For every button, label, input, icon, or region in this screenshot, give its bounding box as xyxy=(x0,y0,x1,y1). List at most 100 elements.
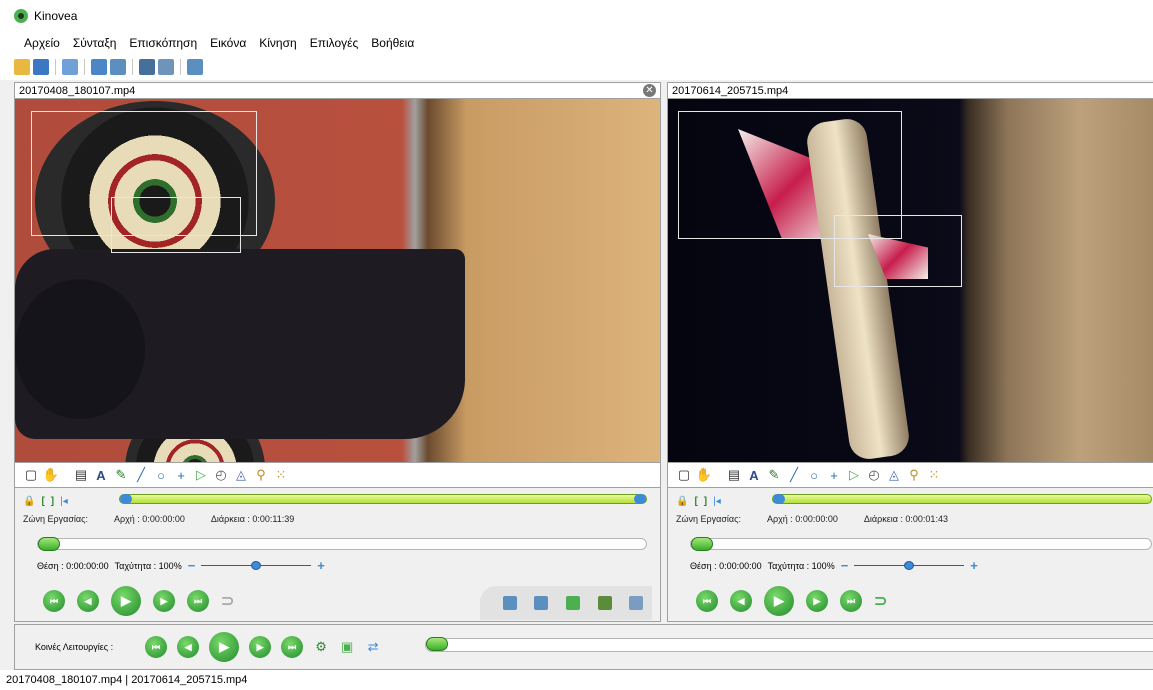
dual-screen-icon[interactable] xyxy=(91,59,107,75)
line-icon[interactable]: ╱ xyxy=(133,467,149,483)
play-icon[interactable]: ▶ xyxy=(764,586,794,616)
magnifier-source-box[interactable] xyxy=(111,197,241,253)
prev-frame-icon[interactable]: ◀ xyxy=(77,590,99,612)
color-profile-icon[interactable]: ⁙ xyxy=(273,467,289,483)
position-slider[interactable] xyxy=(37,537,647,551)
chrono-icon[interactable]: ◴ xyxy=(866,467,882,483)
set-start-icon[interactable]: [ xyxy=(41,496,44,507)
export-spreadsheet-icon[interactable] xyxy=(597,596,612,610)
sync-icon[interactable]: ⚙ xyxy=(313,639,329,655)
grid-icon[interactable]: ◬ xyxy=(886,467,902,483)
snapshot-icon[interactable] xyxy=(502,596,517,610)
common-prev-frame-icon[interactable]: ◀ xyxy=(177,636,200,658)
menu-view[interactable]: Επισκόπηση xyxy=(129,36,197,50)
last-frame-icon[interactable]: ⏭ xyxy=(187,590,209,612)
add-keyframe-icon[interactable]: ▢ xyxy=(23,467,39,483)
merge-icon[interactable]: ▣ xyxy=(339,639,355,655)
prev-frame-icon[interactable]: ◀ xyxy=(730,590,752,612)
menu-edit[interactable]: Σύνταξη xyxy=(73,36,117,50)
color-profile-icon[interactable]: ⁙ xyxy=(926,467,942,483)
menu-file[interactable]: Αρχείο xyxy=(24,36,60,50)
save-video-icon[interactable] xyxy=(565,596,580,610)
add-keyframe-icon[interactable]: ▢ xyxy=(676,467,692,483)
workzone-slider[interactable] xyxy=(772,494,1152,504)
menu-image[interactable]: Εικόνα xyxy=(210,36,246,50)
menu-motion[interactable]: Κίνηση xyxy=(259,36,296,50)
first-frame-icon[interactable]: ⏮ xyxy=(696,590,718,612)
speed-slider[interactable] xyxy=(201,561,312,570)
common-play-icon[interactable]: ▶ xyxy=(209,632,240,662)
speed-plus-icon[interactable]: + xyxy=(970,558,978,573)
speed-minus-icon[interactable]: − xyxy=(841,558,849,573)
text-tool-icon[interactable]: A xyxy=(746,467,762,483)
speed-slider[interactable] xyxy=(854,561,965,570)
circle-icon[interactable]: ○ xyxy=(153,467,169,483)
single-screen-icon[interactable] xyxy=(62,59,78,75)
set-end-icon[interactable]: ] xyxy=(704,496,707,507)
common-first-frame-icon[interactable]: ⏮ xyxy=(145,636,168,658)
next-frame-icon[interactable]: ▶ xyxy=(153,590,175,612)
circle-icon[interactable]: ○ xyxy=(806,467,822,483)
menu-options[interactable]: Επιλογές xyxy=(310,36,359,50)
workzone-start-handle[interactable] xyxy=(773,494,785,504)
workzone-start: Αρχή : 0:00:00:00 xyxy=(766,514,838,524)
workzone-end-handle[interactable] xyxy=(634,494,646,504)
pencil-icon[interactable]: ✎ xyxy=(766,467,782,483)
set-end-icon[interactable]: ] xyxy=(51,496,54,507)
speed-minus-icon[interactable]: − xyxy=(188,558,196,573)
goto-start-icon[interactable]: |◂ xyxy=(60,496,68,507)
workzone-slider[interactable] xyxy=(119,494,647,504)
lock-icon[interactable]: 🔒 xyxy=(23,496,35,507)
settings-icon[interactable] xyxy=(158,59,174,75)
last-frame-icon[interactable]: ⏭ xyxy=(840,590,862,612)
rafale-icon[interactable] xyxy=(534,596,549,610)
cross-icon[interactable]: + xyxy=(826,467,842,483)
speed-plus-icon[interactable]: + xyxy=(317,558,325,573)
text-tool-icon[interactable]: A xyxy=(93,467,109,483)
set-start-icon[interactable]: [ xyxy=(694,496,697,507)
capture-dual-icon[interactable] xyxy=(139,59,155,75)
common-last-frame-icon[interactable]: ⏭ xyxy=(281,636,304,658)
position-slider[interactable] xyxy=(690,537,1152,551)
hand-icon[interactable]: ✋ xyxy=(696,467,712,483)
loop-icon[interactable]: ⊃ xyxy=(874,591,887,611)
position-knob[interactable] xyxy=(38,537,60,551)
diaporama-icon[interactable] xyxy=(629,596,644,610)
folder-open-icon[interactable] xyxy=(14,59,30,75)
first-frame-icon[interactable]: ⏮ xyxy=(43,590,65,612)
hand-icon[interactable]: ✋ xyxy=(43,467,59,483)
export-icon[interactable] xyxy=(187,59,203,75)
angle-icon[interactable]: ▷ xyxy=(193,467,209,483)
menu-help[interactable]: Βοήθεια xyxy=(371,36,414,50)
common-position-knob[interactable] xyxy=(426,637,448,651)
angle-icon[interactable]: ▷ xyxy=(846,467,862,483)
video-frame[interactable] xyxy=(15,99,660,462)
save-icon[interactable] xyxy=(33,59,49,75)
comment-icon[interactable]: ▤ xyxy=(73,467,89,483)
magnifier-icon[interactable]: ⚲ xyxy=(253,467,269,483)
capture-icon[interactable] xyxy=(110,59,126,75)
loop-icon[interactable]: ⊃ xyxy=(221,591,234,611)
line-icon[interactable]: ╱ xyxy=(786,467,802,483)
goto-start-icon[interactable]: |◂ xyxy=(713,496,721,507)
play-icon[interactable]: ▶ xyxy=(111,586,141,616)
speed-knob[interactable] xyxy=(904,561,915,570)
swap-icon[interactable]: ⇄ xyxy=(365,639,381,655)
chrono-icon[interactable]: ◴ xyxy=(213,467,229,483)
close-icon[interactable]: ✕ xyxy=(643,84,656,97)
position-knob[interactable] xyxy=(691,537,713,551)
workzone-start-handle[interactable] xyxy=(120,494,132,504)
magnifier-source-box[interactable] xyxy=(834,215,962,287)
cross-icon[interactable]: + xyxy=(173,467,189,483)
lock-icon[interactable]: 🔒 xyxy=(676,496,688,507)
playback-buttons: ⏮ ◀ ▶ ▶ ⏭ ⊃ xyxy=(43,586,234,616)
comment-icon[interactable]: ▤ xyxy=(726,467,742,483)
common-position-slider[interactable] xyxy=(425,637,1153,652)
video-frame[interactable] xyxy=(668,99,1153,462)
next-frame-icon[interactable]: ▶ xyxy=(806,590,828,612)
common-next-frame-icon[interactable]: ▶ xyxy=(249,636,272,658)
grid-icon[interactable]: ◬ xyxy=(233,467,249,483)
speed-knob[interactable] xyxy=(251,561,262,570)
magnifier-icon[interactable]: ⚲ xyxy=(906,467,922,483)
pencil-icon[interactable]: ✎ xyxy=(113,467,129,483)
